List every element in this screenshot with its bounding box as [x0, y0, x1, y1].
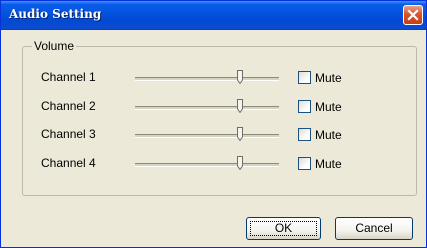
- channel-row: Channel 4 Mute: [1, 154, 427, 174]
- mute-label[interactable]: Mute: [315, 100, 342, 114]
- slider-track: [135, 106, 279, 110]
- close-button[interactable]: [403, 5, 423, 25]
- cancel-button[interactable]: Cancel: [335, 217, 413, 240]
- channel-2-volume-slider[interactable]: [133, 97, 281, 117]
- channel-label: Channel 4: [41, 156, 96, 170]
- slider-track: [135, 134, 279, 138]
- close-x-icon: [407, 9, 419, 21]
- channel-row: Channel 1 Mute: [1, 68, 427, 88]
- volume-group-label: Volume: [32, 39, 77, 53]
- mute-label[interactable]: Mute: [315, 71, 342, 85]
- channel-3-volume-slider[interactable]: [133, 125, 281, 145]
- channel-1-volume-slider[interactable]: [133, 68, 281, 88]
- ok-button-label: OK: [274, 221, 293, 235]
- title-bar[interactable]: Audio Setting: [1, 1, 426, 30]
- channel-2-mute-checkbox[interactable]: [298, 100, 311, 113]
- cancel-button-label: Cancel: [355, 221, 393, 235]
- slider-thumb[interactable]: [237, 156, 244, 170]
- channel-3-mute-checkbox[interactable]: [298, 128, 311, 141]
- channel-label: Channel 1: [41, 70, 96, 84]
- channel-row: Channel 3 Mute: [1, 125, 427, 145]
- channel-row: Channel 2 Mute: [1, 97, 427, 117]
- channel-1-mute-checkbox[interactable]: [298, 71, 311, 84]
- slider-thumb[interactable]: [237, 99, 244, 113]
- channel-label: Channel 3: [41, 127, 96, 141]
- ok-button[interactable]: OK: [246, 217, 321, 240]
- channel-4-mute-checkbox[interactable]: [298, 157, 311, 170]
- mute-label[interactable]: Mute: [315, 157, 342, 171]
- slider-track: [135, 77, 279, 81]
- mute-label[interactable]: Mute: [315, 128, 342, 142]
- channel-4-volume-slider[interactable]: [133, 154, 281, 174]
- slider-thumb[interactable]: [237, 127, 244, 141]
- window-title: Audio Setting: [9, 7, 102, 21]
- channel-label: Channel 2: [41, 99, 96, 113]
- slider-track: [135, 163, 279, 167]
- audio-setting-dialog: Audio Setting Volume Channel 1 Mute Chan…: [0, 0, 427, 248]
- slider-thumb[interactable]: [237, 70, 244, 84]
